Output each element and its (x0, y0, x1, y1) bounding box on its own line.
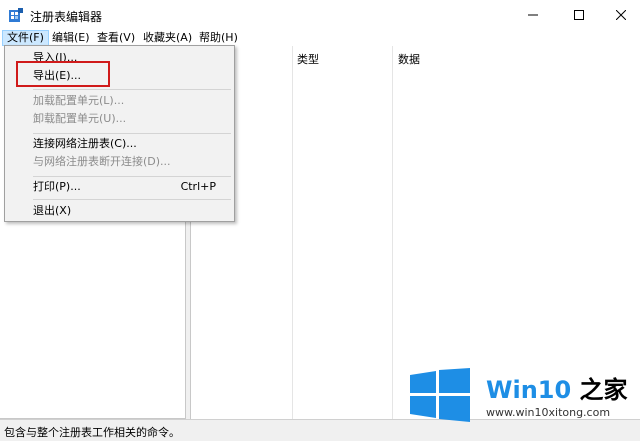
win10-watermark: Win10 之家 www.win10xitong.com (408, 366, 640, 422)
minimize-icon (528, 14, 538, 16)
close-button[interactable] (598, 0, 640, 30)
windows-logo-icon (410, 368, 470, 422)
menu-item-label: 连接网络注册表(C)... (33, 137, 137, 150)
column-divider[interactable] (392, 46, 393, 419)
window-title: 注册表编辑器 (30, 10, 103, 24)
menu-file[interactable]: 文件(F) (2, 30, 49, 46)
menu-item-label: 退出(X) (33, 204, 72, 217)
watermark-brand: Win10 之家 (486, 370, 628, 405)
menu-view[interactable]: 查看(V) (93, 30, 139, 46)
column-header-data[interactable]: 数据 (398, 51, 420, 67)
title-bar: 注册表编辑器 (0, 0, 640, 30)
menu-item-label: 加载配置单元(L)... (33, 94, 125, 107)
export-highlight-box (16, 61, 110, 87)
menu-item-label: 与网络注册表断开连接(D)... (33, 155, 171, 168)
menu-help[interactable]: 帮助(H) (195, 30, 242, 46)
watermark-url: www.win10xitong.com (486, 406, 611, 419)
status-text: 包含与整个注册表工作相关的命令。 (4, 426, 180, 439)
menu-item-label: 卸载配置单元(U)... (33, 112, 127, 125)
menu-item-print[interactable]: 打印(P)... Ctrl+P (5, 176, 234, 198)
maximize-button[interactable] (556, 0, 602, 30)
menu-item-exit[interactable]: 退出(X) (5, 200, 234, 222)
menu-item-unload-hive: 卸载配置单元(U)... (5, 108, 234, 130)
menu-item-label: 打印(P)... (33, 180, 81, 193)
close-icon (616, 10, 626, 20)
watermark-brand-part1: Win10 (486, 376, 572, 404)
menu-item-shortcut: Ctrl+P (180, 180, 216, 193)
watermark-brand-part2: 之家 (571, 376, 628, 404)
menu-favorites[interactable]: 收藏夹(A) (139, 30, 196, 46)
column-divider[interactable] (292, 46, 293, 419)
status-bar: 包含与整个注册表工作相关的命令。 (0, 419, 640, 441)
menu-edit[interactable]: 编辑(E) (48, 30, 94, 46)
menu-bar: 文件(F) 编辑(E) 查看(V) 收藏夹(A) 帮助(H) (0, 30, 640, 46)
regedit-icon (9, 8, 23, 22)
minimize-button[interactable] (510, 0, 556, 30)
column-header-type[interactable]: 类型 (297, 51, 319, 67)
maximize-icon (574, 10, 584, 20)
menu-item-disconnect-network: 与网络注册表断开连接(D)... (5, 151, 234, 173)
registry-values-pane[interactable]: 类型 数据 (190, 46, 640, 419)
